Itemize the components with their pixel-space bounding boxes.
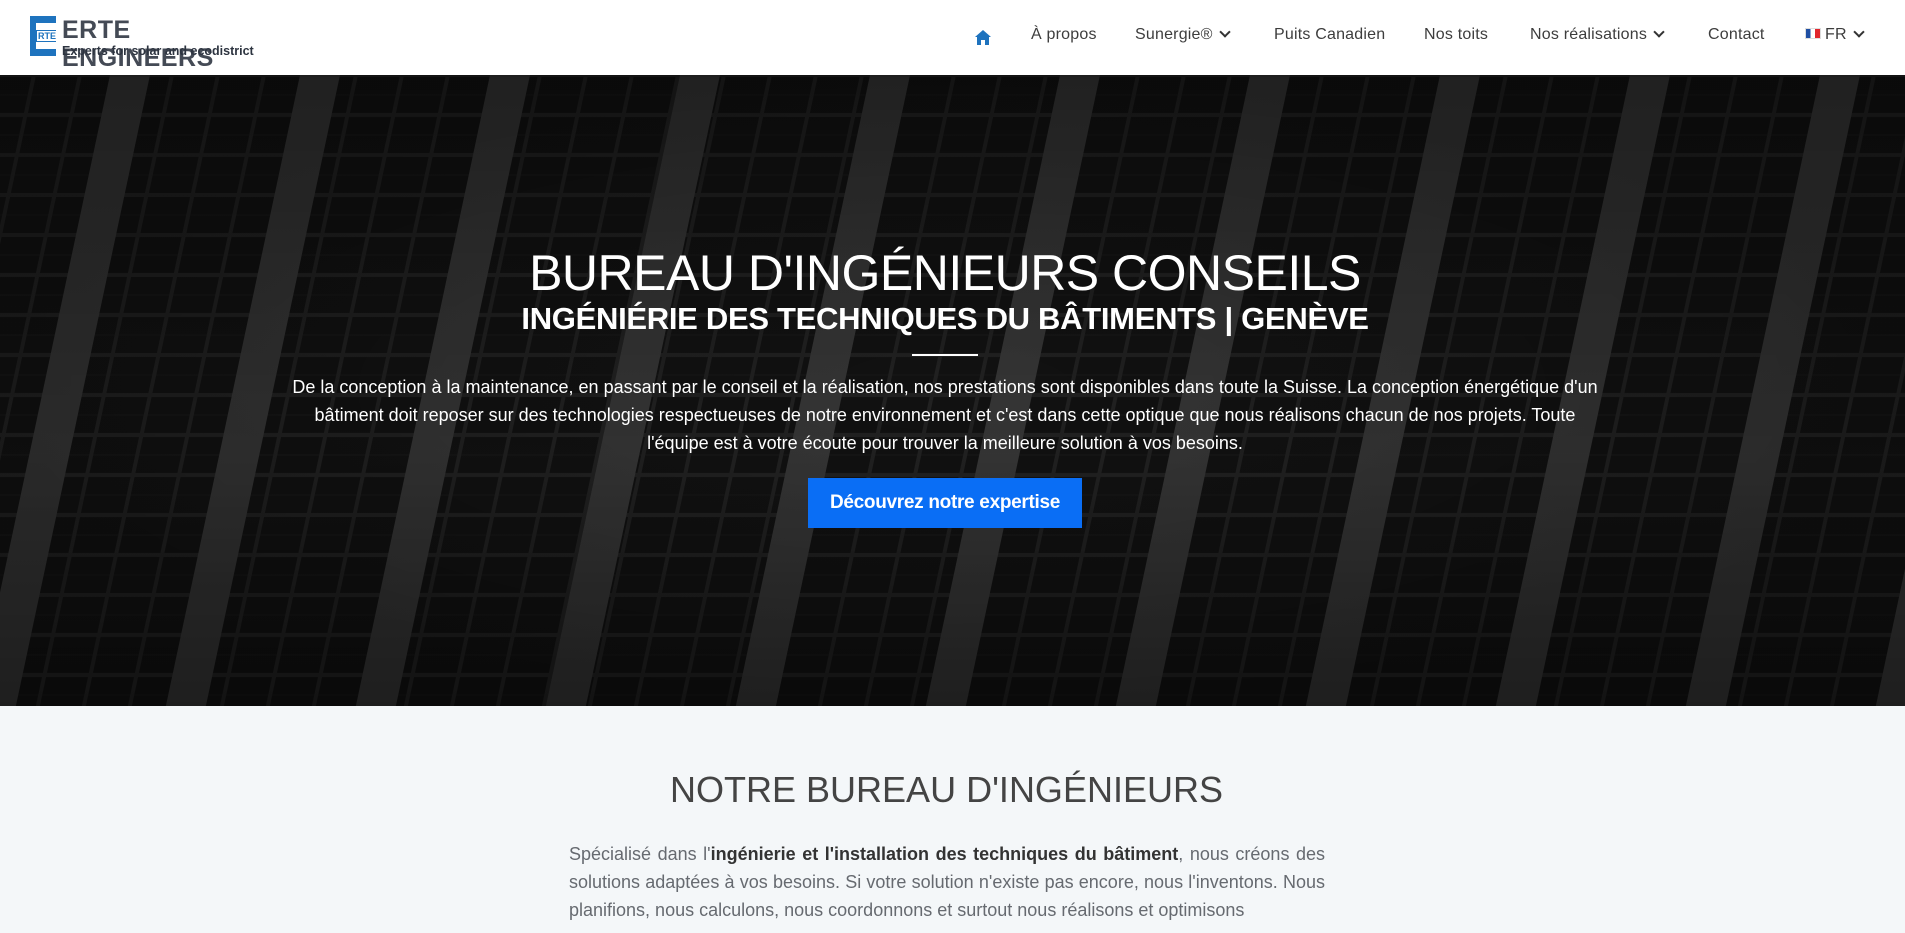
hero-content: BUREAU D'INGÉNIEURS CONSEILS INGÉNIÉRIE … xyxy=(0,75,1905,706)
nav-item-label: Nos réalisations xyxy=(1530,26,1648,43)
discover-expertise-button[interactable]: Découvrez notre expertise xyxy=(808,478,1082,528)
site-header: RTE ERTE ENGINEERS Experts for solar and… xyxy=(0,0,1905,75)
hero-description: De la conception à la maintenance, en pa… xyxy=(292,377,1598,453)
about-section: NOTRE BUREAU D'INGÉNIEURS Spécialisé dan… xyxy=(0,706,1905,933)
hero-section: BUREAU D'INGÉNIEURS CONSEILS INGÉNIÉRIE … xyxy=(0,75,1905,706)
logo-small-text: RTE xyxy=(37,31,57,41)
nav-item-nos-toits[interactable]: Nos toits xyxy=(1424,26,1488,44)
nav-item-a-propos[interactable]: À propos xyxy=(1031,26,1097,44)
nav-item-label: Puits Canadien xyxy=(1274,26,1386,43)
about-text: Spécialisé dans l'ingénierie et l'instal… xyxy=(569,840,1325,924)
chevron-down-icon xyxy=(1653,26,1665,38)
hero-title: BUREAU D'INGÉNIEURS CONSEILS xyxy=(529,245,1361,301)
nav-item-nos-realisations[interactable]: Nos réalisations xyxy=(1530,26,1665,44)
chevron-down-icon xyxy=(1853,26,1865,38)
nav-item-label: Contact xyxy=(1708,26,1765,43)
about-title: NOTRE BUREAU D'INGÉNIEURS xyxy=(670,769,1223,810)
home-icon[interactable] xyxy=(974,29,992,46)
nav-item-sunergie[interactable]: Sunergie® xyxy=(1135,26,1231,44)
nav-item-label: Nos toits xyxy=(1424,26,1489,43)
chevron-down-icon xyxy=(1218,26,1231,38)
about-text-part: Spécialisé dans l' xyxy=(569,844,711,864)
nav-item-contact[interactable]: Contact xyxy=(1708,26,1765,44)
nav-item-label: Sunergie® xyxy=(1135,26,1213,43)
language-selector[interactable]: FR xyxy=(1805,26,1865,44)
main-nav: À propos Sunergie® Puits Canadien Nos to… xyxy=(0,0,1905,75)
language-label: FR xyxy=(1825,26,1847,43)
flag-fr-icon xyxy=(1805,28,1821,40)
about-text-bold: ingénierie et l'installation des techniq… xyxy=(710,844,1179,864)
nav-item-puits-canadien[interactable]: Puits Canadien xyxy=(1274,26,1385,44)
hero-subtitle: INGÉNIÉRIE DES TECHNIQUES DU BÂTIMENTS |… xyxy=(521,301,1369,336)
hero-divider xyxy=(912,354,978,356)
nav-item-label: À propos xyxy=(1031,26,1097,43)
